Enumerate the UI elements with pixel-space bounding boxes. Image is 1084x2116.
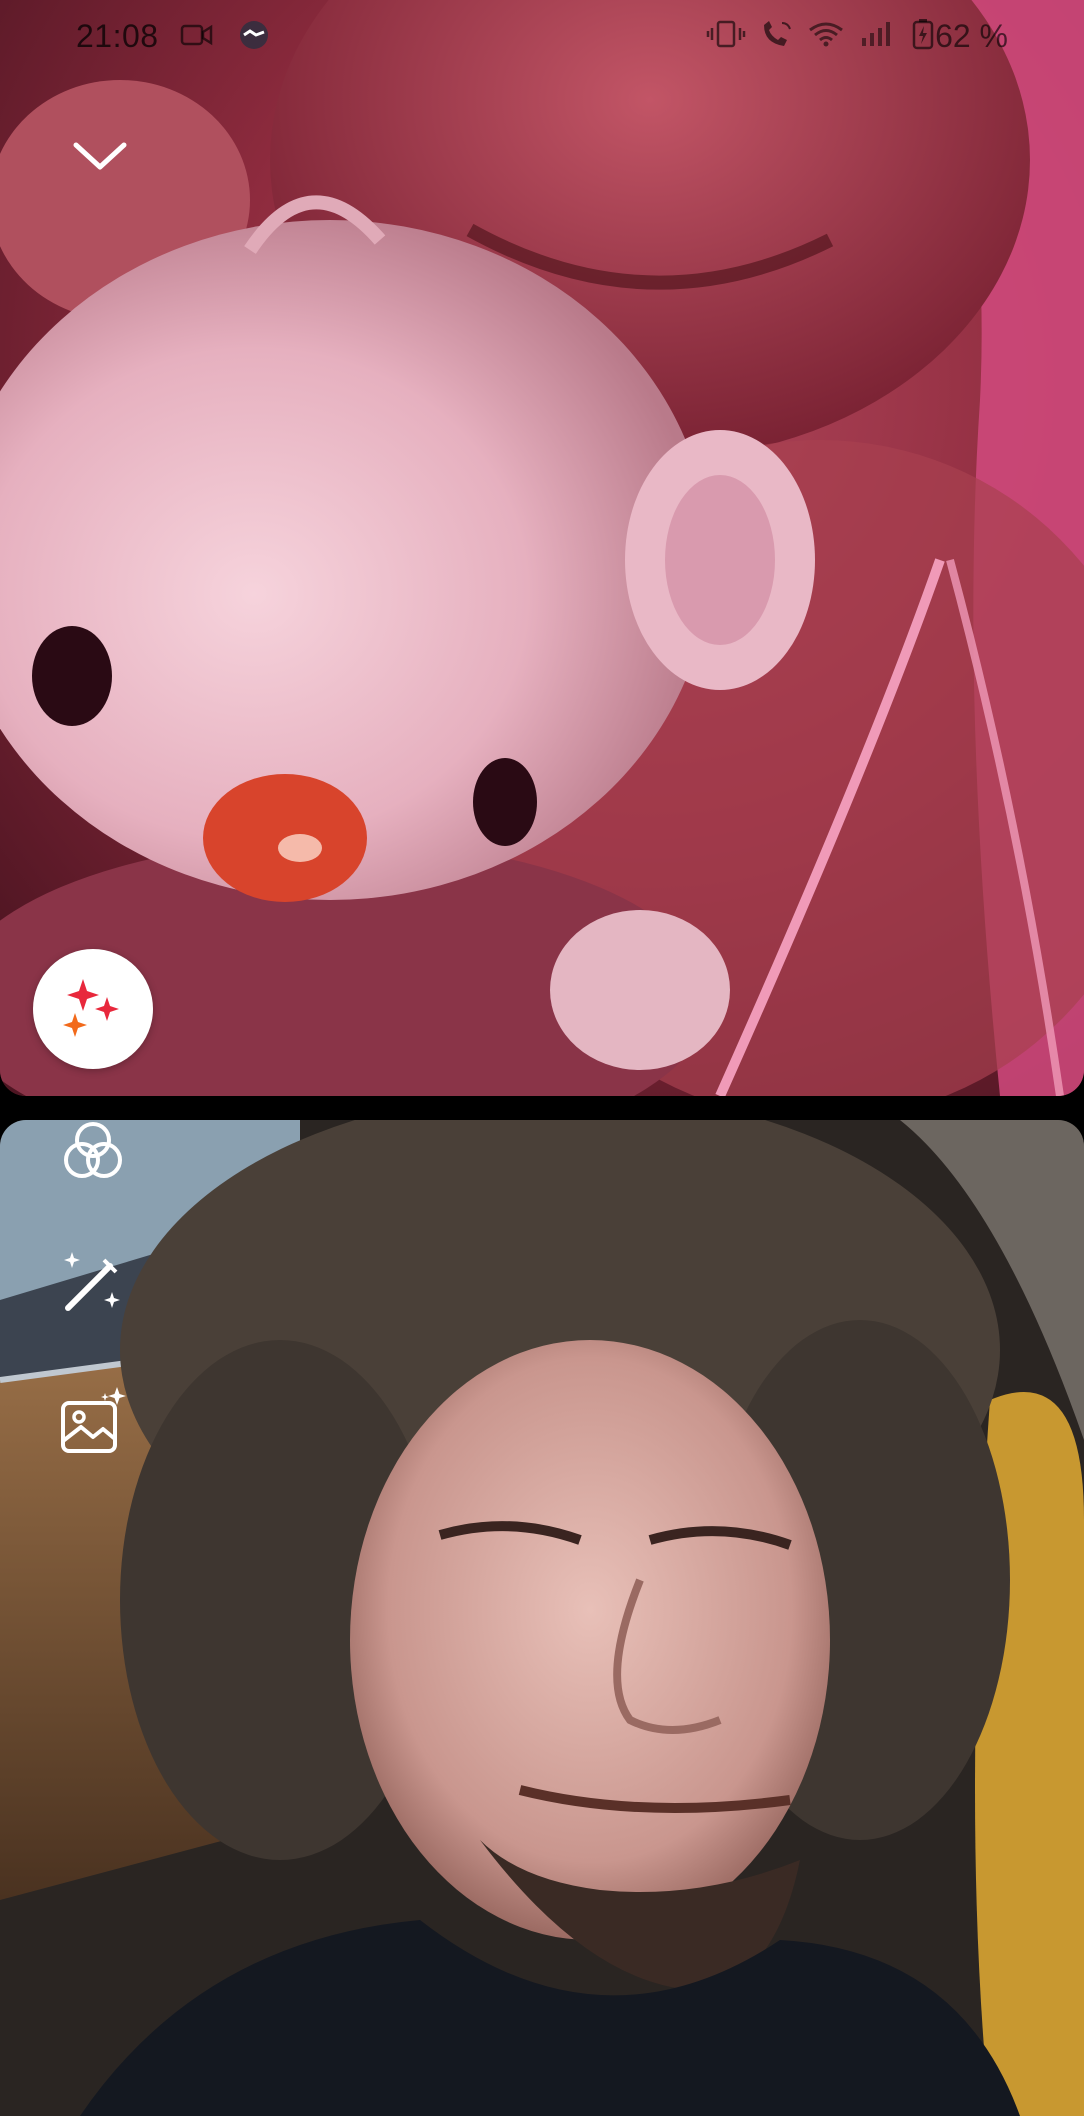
- filters-icon: [64, 1122, 122, 1178]
- sparkles-icon: [63, 979, 119, 1037]
- self-view-video[interactable]: [0, 1120, 1084, 2116]
- magic-wand-icon: [64, 1252, 120, 1311]
- filters-button[interactable]: [54, 1112, 132, 1190]
- video-camera-icon: [180, 24, 213, 46]
- self-view-image: [0, 1120, 1084, 2116]
- vibrate-icon: [706, 20, 746, 48]
- chevron-down-icon: [73, 142, 127, 170]
- remote-video-feed[interactable]: [0, 0, 1084, 1096]
- status-left-icons: [180, 20, 272, 50]
- minimize-call-button[interactable]: [60, 120, 140, 192]
- video-call-screen: 21:08 62 %: [0, 0, 1084, 2116]
- wifi-icon: [809, 22, 843, 47]
- background-button[interactable]: [54, 1382, 132, 1460]
- battery-percentage: 62 %: [935, 18, 1008, 54]
- effects-button[interactable]: [33, 949, 153, 1069]
- handshake-icon: [240, 21, 268, 49]
- image-sparkle-icon: [61, 1387, 126, 1453]
- call-wifi-icon: [764, 21, 791, 46]
- status-right-icons: [706, 18, 934, 50]
- signal-icon: [862, 22, 890, 46]
- status-bar: 21:08 62 %: [0, 0, 1084, 76]
- remote-video-image: [0, 0, 1084, 1096]
- touch-up-button[interactable]: [54, 1244, 132, 1322]
- status-time: 21:08: [76, 18, 159, 54]
- battery-charging-icon: [912, 19, 934, 50]
